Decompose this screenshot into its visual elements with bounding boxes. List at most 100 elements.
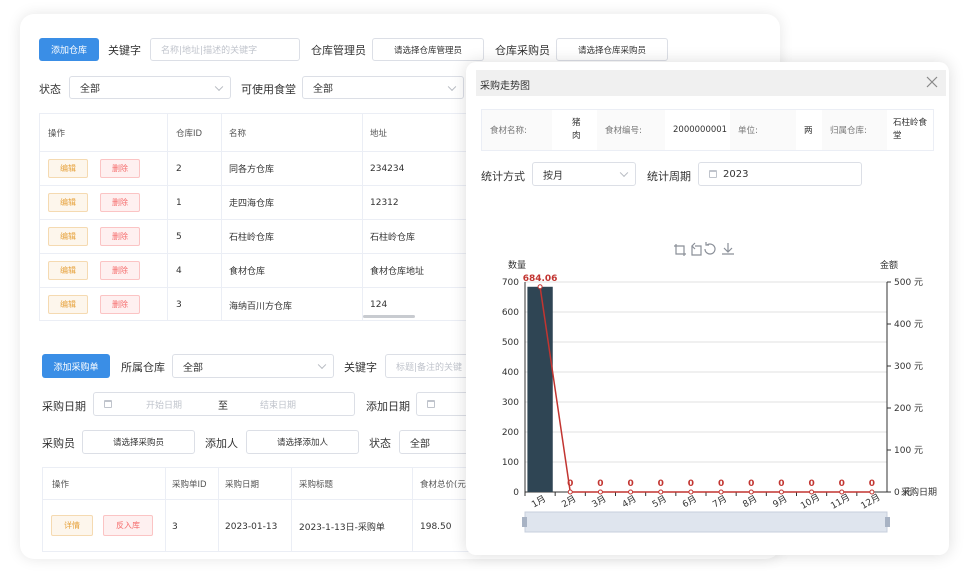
status-label: 状态 bbox=[39, 83, 61, 96]
purchase-warehouse-select[interactable]: 全部 bbox=[172, 354, 334, 378]
canteen-select[interactable]: 全部 bbox=[302, 76, 464, 99]
line-point bbox=[567, 489, 573, 495]
series-line bbox=[539, 286, 872, 493]
edit-button[interactable]: 编辑 bbox=[48, 261, 88, 280]
row-address: 食材仓库地址 bbox=[370, 267, 425, 277]
calendar-icon bbox=[427, 400, 435, 408]
stat-period-label: 统计周期 bbox=[647, 170, 691, 183]
delete-button[interactable]: 删除 bbox=[100, 159, 140, 178]
table-header: 操作 采购单ID 采购日期 采购标题 食材总价(元 bbox=[43, 468, 478, 500]
data-label: 0 bbox=[567, 479, 573, 489]
y-tick-label: 400 bbox=[502, 368, 519, 378]
warehouse-keyword-input[interactable]: 名称|地址|描述的关键字 bbox=[150, 38, 300, 61]
data-label: 0 bbox=[688, 479, 694, 489]
purchase-buyer-label: 采购员 bbox=[42, 437, 75, 450]
stat-period-picker[interactable]: 2023 bbox=[698, 162, 862, 186]
start-date-input[interactable]: 开始日期 bbox=[146, 398, 182, 411]
chevron-down-icon bbox=[447, 82, 457, 91]
purchase-warehouse-value: 全部 bbox=[183, 362, 203, 374]
x-tick-label: 10月 bbox=[799, 492, 822, 512]
calendar-icon bbox=[104, 400, 112, 408]
adder-picker[interactable]: 请选择添加人 bbox=[246, 430, 359, 454]
col-purchase-id: 采购单ID bbox=[172, 479, 207, 490]
restore-icon[interactable] bbox=[704, 242, 716, 255]
purchase-status-value: 全部 bbox=[410, 438, 430, 450]
x-tick-label: 4月 bbox=[620, 493, 638, 510]
buyer-label: 仓库采购员 bbox=[495, 44, 550, 57]
line-point bbox=[628, 489, 634, 495]
info-warehouse-value: 石柱岭食 堂 bbox=[887, 110, 935, 150]
data-label: 0 bbox=[808, 479, 814, 489]
reverse-stock-button[interactable]: 反入库 bbox=[103, 515, 153, 536]
x-axis-title: 采购日期 bbox=[901, 486, 937, 498]
purchase-trend-chart: 01002003004005006007000 元100 元200 元300 元… bbox=[502, 242, 937, 533]
edit-button[interactable]: 编辑 bbox=[48, 295, 88, 314]
line-point bbox=[658, 489, 664, 495]
y2-tick-label: 100 元 bbox=[894, 446, 923, 456]
row-id: 5 bbox=[176, 231, 182, 242]
data-zoom-handle bbox=[885, 517, 890, 527]
y-tick-label: 700 bbox=[502, 278, 519, 288]
data-label: 0 bbox=[718, 479, 724, 489]
close-icon[interactable] bbox=[926, 76, 938, 88]
x-tick-label: 1月 bbox=[530, 493, 548, 510]
edit-button[interactable]: 编辑 bbox=[48, 159, 88, 178]
purchase-buyer-picker[interactable]: 请选择采购员 bbox=[82, 430, 195, 454]
manager-picker[interactable]: 请选择仓库管理员 bbox=[372, 38, 484, 61]
row-name: 同各方仓库 bbox=[229, 165, 275, 175]
data-label: 0 bbox=[869, 479, 875, 489]
info-warehouse-value-line1: 石柱岭食 bbox=[893, 118, 928, 128]
canteen-label: 可使用食堂 bbox=[241, 83, 296, 96]
purchase-keyword-input[interactable]: 标题|备注的关键 bbox=[385, 354, 475, 378]
download-icon[interactable] bbox=[722, 243, 734, 255]
y-tick-label: 300 bbox=[502, 398, 519, 408]
col-action: 操作 bbox=[48, 128, 66, 139]
line-point bbox=[748, 489, 754, 495]
delete-button[interactable]: 删除 bbox=[100, 261, 140, 280]
buyer-picker[interactable]: 请选择仓库采购员 bbox=[556, 38, 668, 61]
delete-button[interactable]: 删除 bbox=[100, 295, 140, 314]
line-point bbox=[778, 489, 784, 495]
warehouse-table: 操作 仓库ID 名称 地址 编辑 删除 2 同各方仓库 234234 编辑 删除… bbox=[39, 113, 479, 321]
row-purchase-title: 2023-1-13日-采购单 bbox=[299, 523, 385, 533]
stat-method-select[interactable]: 按月 bbox=[532, 162, 636, 186]
line-point bbox=[809, 489, 815, 495]
purchase-date-range[interactable]: 开始日期 至 结束日期 bbox=[93, 392, 355, 416]
row-address: 12312 bbox=[370, 197, 399, 208]
data-label: 0 bbox=[748, 479, 754, 489]
x-tick-label: 11月 bbox=[829, 492, 852, 512]
data-zoom-slider bbox=[524, 511, 888, 533]
y2-tick-label: 200 元 bbox=[894, 404, 923, 414]
col-address: 地址 bbox=[370, 128, 388, 139]
calendar-icon bbox=[709, 170, 717, 178]
stat-method-value: 按月 bbox=[543, 170, 563, 182]
add-warehouse-button[interactable]: 添加仓库 bbox=[39, 38, 99, 61]
edit-button[interactable]: 编辑 bbox=[48, 193, 88, 212]
end-date-input[interactable]: 结束日期 bbox=[260, 398, 296, 411]
chevron-down-icon bbox=[214, 82, 224, 91]
info-code-value: 2000000001 bbox=[673, 125, 728, 135]
zoom-icon[interactable] bbox=[674, 244, 686, 256]
zoom-back-icon[interactable] bbox=[691, 242, 702, 256]
y2-axis-title: 金额 bbox=[880, 259, 898, 271]
line-point bbox=[688, 489, 694, 495]
info-code-key: 食材编号: bbox=[597, 110, 665, 150]
delete-button[interactable]: 删除 bbox=[100, 193, 140, 212]
delete-button[interactable]: 删除 bbox=[100, 227, 140, 246]
data-label: 0 bbox=[778, 479, 784, 489]
line-point bbox=[839, 489, 845, 495]
status-select[interactable]: 全部 bbox=[69, 76, 231, 99]
info-unit-value: 两 bbox=[804, 126, 813, 136]
horizontal-scrollbar[interactable] bbox=[363, 315, 415, 318]
y2-tick-label: 400 元 bbox=[894, 320, 923, 330]
edit-button[interactable]: 编辑 bbox=[48, 227, 88, 246]
info-warehouse-key: 归属仓库: bbox=[822, 110, 887, 150]
detail-button[interactable]: 详情 bbox=[51, 515, 93, 536]
manager-label: 仓库管理员 bbox=[311, 44, 366, 57]
status-select-value: 全部 bbox=[80, 84, 100, 95]
add-purchase-button[interactable]: 添加采购单 bbox=[42, 354, 110, 378]
canteen-select-value: 全部 bbox=[313, 84, 333, 95]
row-name: 海纳百川方仓库 bbox=[229, 301, 293, 312]
x-tick-label: 5月 bbox=[650, 493, 668, 510]
y2-tick-label: 300 元 bbox=[894, 362, 923, 372]
